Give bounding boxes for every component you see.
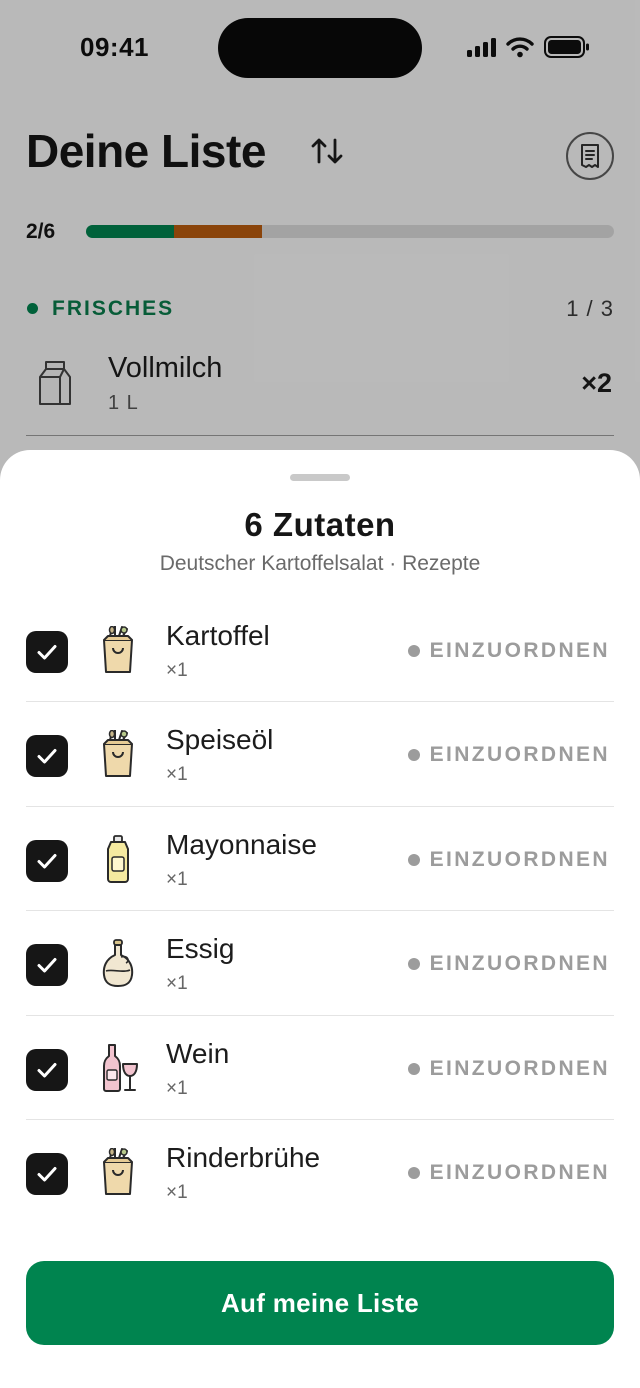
ingredients-sheet: 6 Zutaten Deutscher Kartoffelsalat · Rez… [0, 450, 640, 1388]
status-dot [407, 1062, 420, 1075]
category-assign-status[interactable]: EINZUORDNEN [407, 743, 610, 767]
checkmark-icon [35, 744, 59, 768]
ingredient-row[interactable]: Speiseöl ×1 EINZUORDNEN [0, 702, 640, 807]
status-dot [407, 958, 420, 971]
ingredient-row[interactable]: Rinderbrühe ×1 EINZUORDNEN [0, 1120, 640, 1224]
ingredient-name: Rinderbrühe [166, 1141, 321, 1173]
ingredient-quantity: ×1 [166, 764, 188, 786]
ingredient-name: Kartoffel [166, 620, 270, 651]
status-dot [407, 853, 420, 866]
ingredient-name: Mayonnaise [166, 828, 317, 860]
status-label: EINZUORDNEN [429, 743, 610, 767]
status-label: EINZUORDNEN [429, 639, 610, 662]
checkmark-icon [35, 1162, 59, 1186]
mayonnaise-bottle-icon [100, 834, 136, 883]
status-label: EINZUORDNEN [429, 952, 610, 976]
sheet-subtitle: Deutscher Kartoffelsalat · Rezepte [159, 552, 481, 575]
ingredient-name: Wein [166, 1037, 230, 1069]
ingredient-checkbox[interactable] [26, 735, 68, 778]
status-dot [407, 1166, 420, 1179]
category-assign-status[interactable]: EINZUORDNEN [407, 639, 610, 663]
ingredient-name: Essig [166, 933, 235, 965]
ingredient-row[interactable]: Kartoffel ×1 EINZUORDNEN [0, 598, 640, 703]
ingredient-checkbox[interactable] [26, 1048, 68, 1091]
sheet-grabber[interactable] [290, 474, 350, 481]
ingredient-row[interactable]: Mayonnaise ×1 EINZUORDNEN [0, 807, 640, 912]
status-label: EINZUORDNEN [429, 1056, 610, 1080]
ingredient-checkbox[interactable] [26, 839, 68, 882]
ingredient-quantity: ×1 [166, 1077, 188, 1099]
checkmark-icon [35, 640, 59, 664]
checkmark-icon [35, 953, 59, 977]
grocery-bag-icon [100, 1146, 136, 1196]
ingredient-quantity: ×1 [166, 1181, 188, 1203]
category-assign-status[interactable]: EINZUORDNEN [407, 952, 610, 976]
checkmark-icon [35, 1058, 59, 1082]
vinegar-carafe-icon [100, 939, 136, 988]
wine-bottle-glass-icon [100, 1043, 138, 1092]
ingredient-quantity: ×1 [166, 660, 188, 681]
sheet-title: 6 Zutaten [244, 506, 396, 543]
ingredient-checkbox[interactable] [26, 944, 68, 987]
category-assign-status[interactable]: EINZUORDNEN [407, 847, 610, 872]
status-dot [407, 749, 420, 762]
status-label: EINZUORDNEN [429, 847, 610, 871]
ingredient-checkbox[interactable] [26, 631, 68, 673]
ingredient-checkbox[interactable] [26, 1152, 68, 1195]
category-assign-status[interactable]: EINZUORDNEN [407, 1056, 610, 1081]
ingredient-name: Speiseöl [166, 724, 274, 756]
add-to-list-button[interactable]: Auf meine Liste [26, 1261, 614, 1345]
ingredient-list: Kartoffel ×1 EINZUORDNEN Speiseöl ×1 EINZUORD… [0, 598, 640, 1224]
checkmark-icon [35, 849, 59, 873]
category-assign-status[interactable]: EINZUORDNEN [407, 1160, 610, 1185]
ingredient-row[interactable]: Wein ×1 EINZUORDNEN [0, 1016, 640, 1120]
ingredient-row[interactable]: Essig ×1 EINZUORDNEN [0, 911, 640, 1016]
ingredient-quantity: ×1 [166, 973, 188, 995]
status-dot [407, 645, 420, 657]
ingredient-quantity: ×1 [166, 868, 188, 890]
grocery-bag-icon [100, 729, 136, 778]
grocery-bag-icon [100, 625, 136, 674]
status-label: EINZUORDNEN [429, 1160, 610, 1184]
